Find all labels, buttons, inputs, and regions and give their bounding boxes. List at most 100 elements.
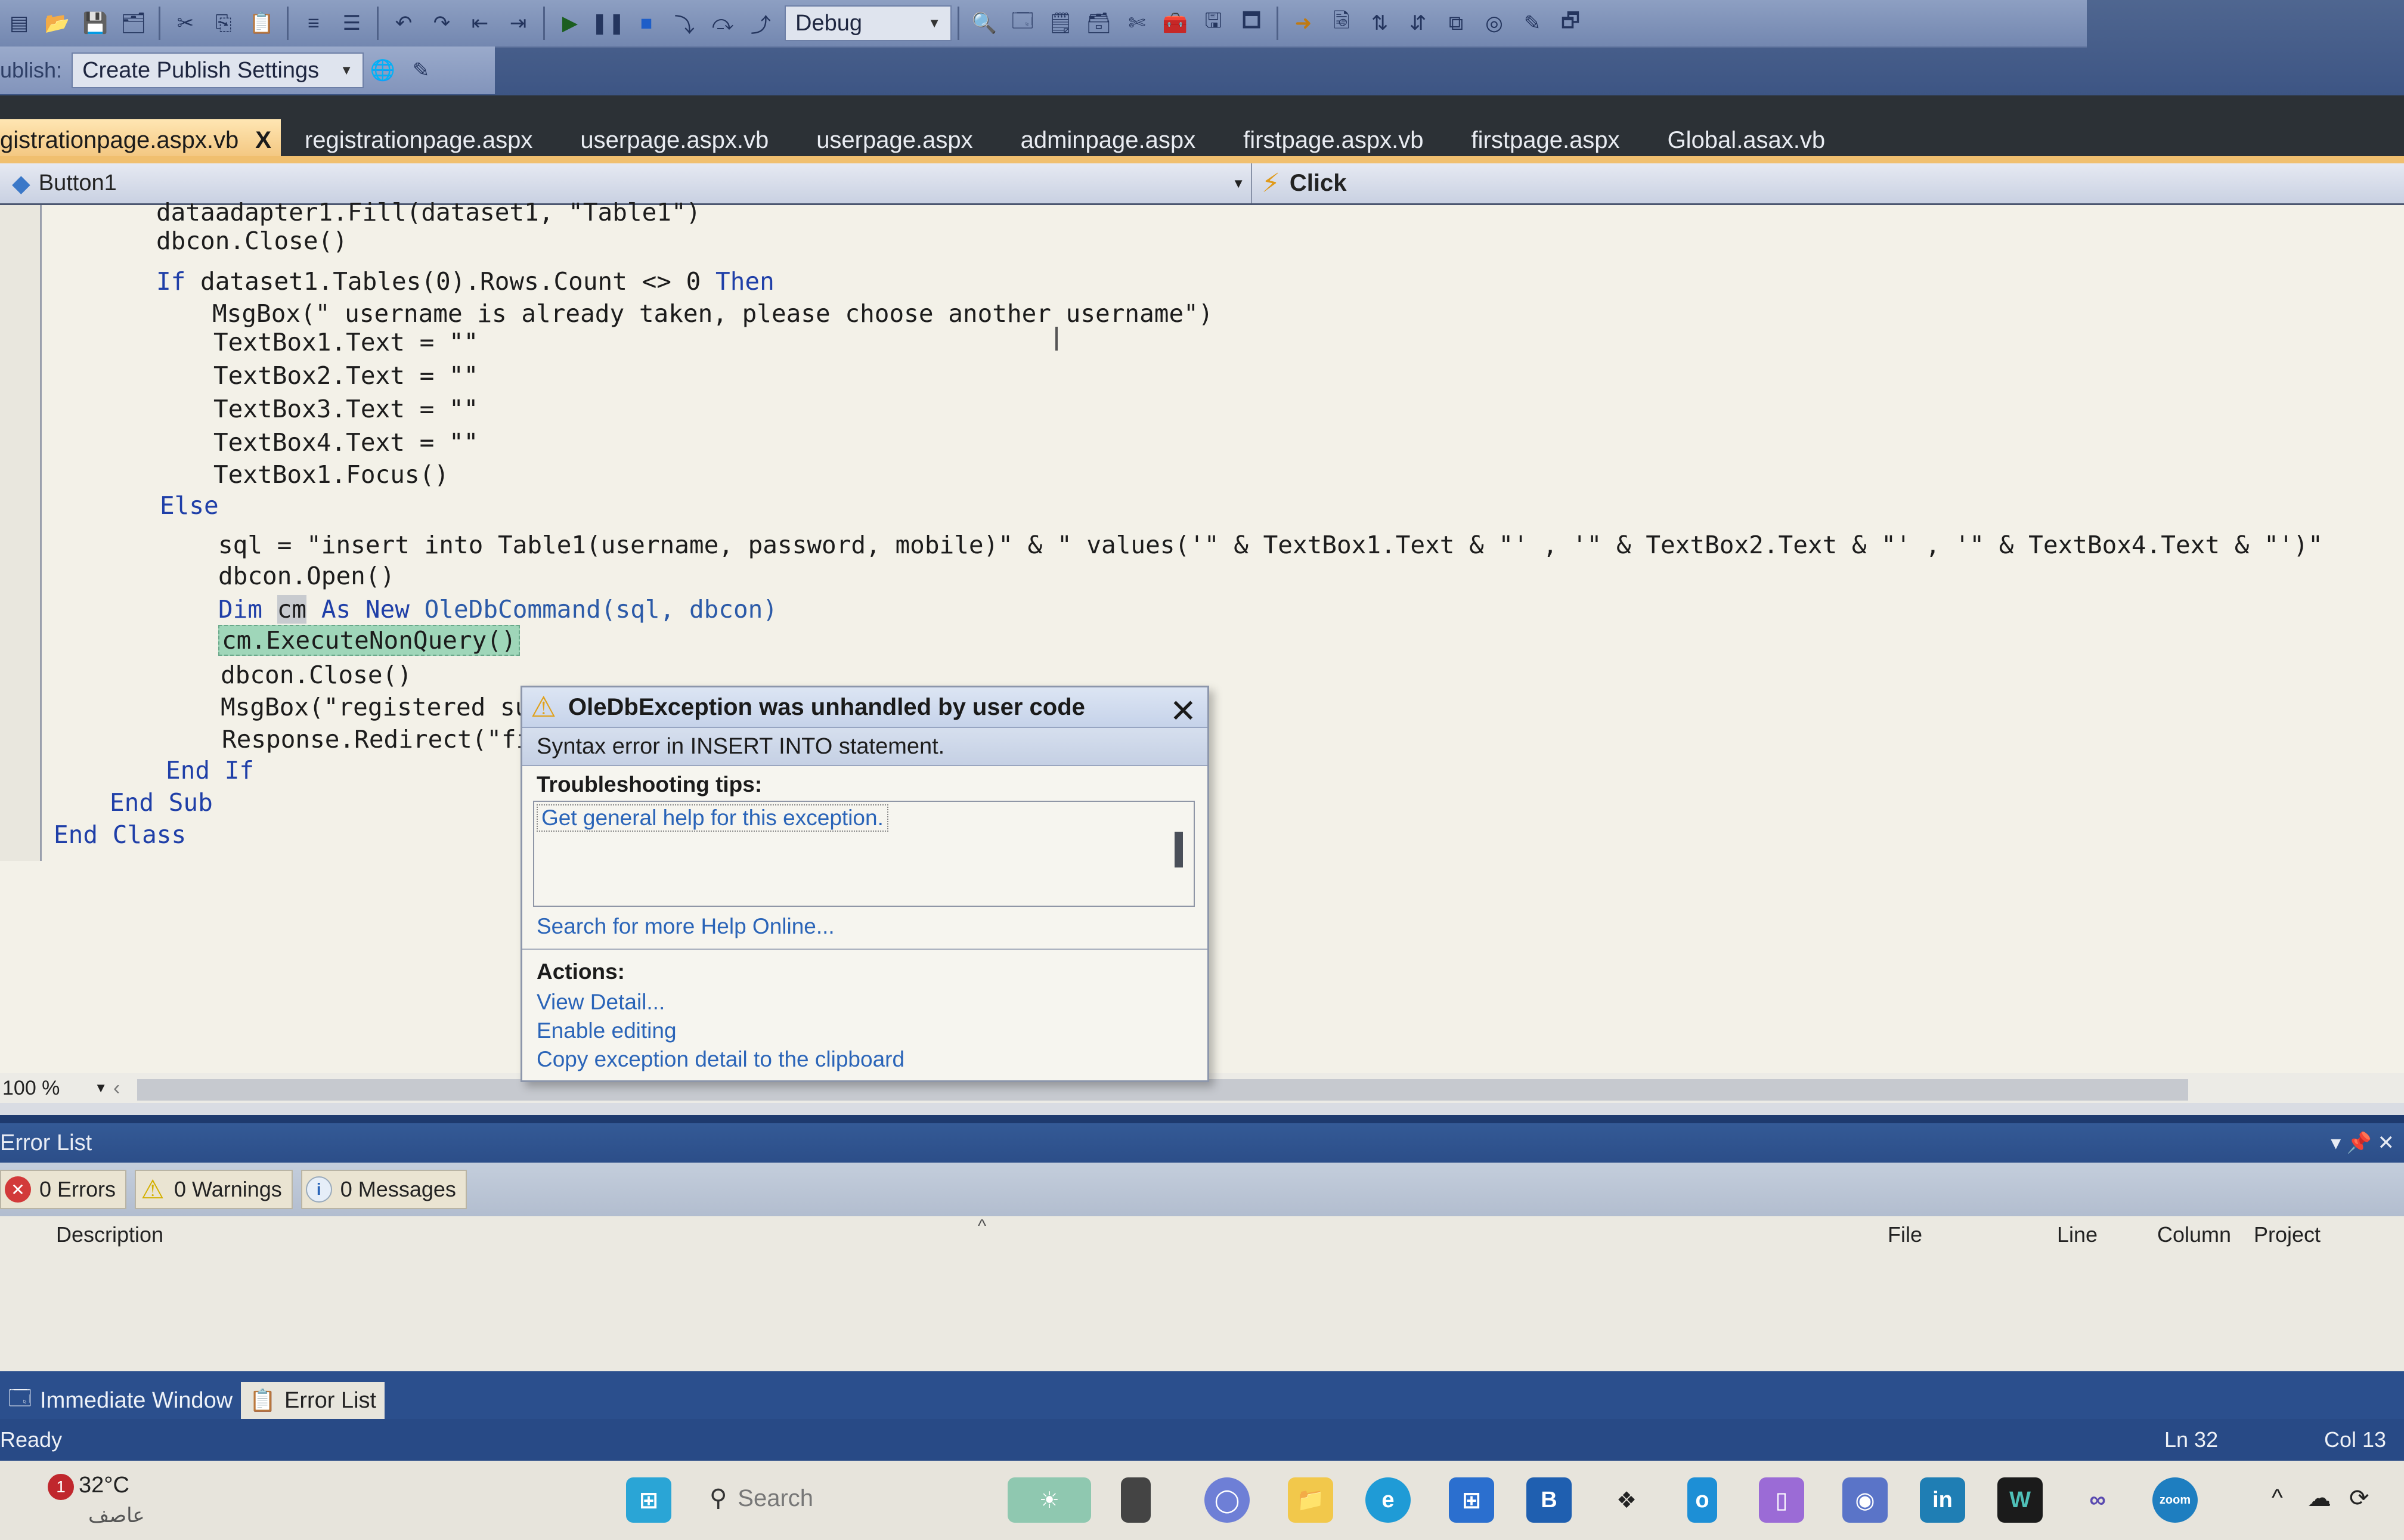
weather-widget[interactable]: 1 32°C عاصف bbox=[48, 1473, 145, 1527]
redo-icon[interactable]: ↷ bbox=[430, 10, 454, 36]
scroll-left-icon[interactable]: ‹ bbox=[113, 1077, 120, 1100]
warnings-filter-button[interactable]: ⚠ 0 Warnings bbox=[135, 1170, 293, 1209]
arrow-right-icon[interactable]: ➜ bbox=[1291, 10, 1315, 36]
type-name: OleDbCommand(sql, dbcon) bbox=[424, 595, 778, 624]
file-explorer-icon[interactable]: 📁 bbox=[1288, 1477, 1333, 1523]
show-hidden-icons-chevron-icon[interactable]: ^ bbox=[2272, 1485, 2283, 1511]
tab-userpage-aspx-vb[interactable]: userpage.aspx.vb bbox=[556, 119, 792, 161]
horizontal-scrollbar[interactable] bbox=[137, 1079, 2188, 1101]
start-page-icon[interactable]: 🗖 bbox=[1240, 10, 1263, 36]
linkedin-icon[interactable]: in bbox=[1920, 1477, 1965, 1523]
tab-error-list[interactable]: 📋 Error List bbox=[241, 1382, 385, 1419]
paste-icon[interactable]: 📋 bbox=[249, 10, 274, 36]
pause-icon[interactable]: ❚❚ bbox=[591, 10, 625, 36]
open-icon[interactable]: ▤ bbox=[7, 10, 31, 36]
server-explorer-icon[interactable]: 🖫 bbox=[1201, 10, 1225, 36]
code-line: TextBox1.Focus() bbox=[213, 460, 449, 489]
format-icon[interactable]: 🗟 bbox=[1330, 10, 1353, 36]
twitch-icon[interactable]: ▯ bbox=[1759, 1477, 1804, 1523]
uncomment-icon[interactable]: ☰ bbox=[340, 10, 364, 36]
folder-icon[interactable]: 📂 bbox=[45, 10, 70, 36]
sort-za-icon[interactable]: ⇵ bbox=[1406, 10, 1430, 36]
pin-icon[interactable]: 📌 bbox=[2347, 1132, 2372, 1154]
publish-edit-icon[interactable]: ✎ bbox=[409, 57, 433, 83]
close-icon[interactable]: ✕ bbox=[2378, 1132, 2395, 1154]
start-debug-icon[interactable]: ▶ bbox=[558, 10, 582, 36]
sort-az-icon[interactable]: ⇅ bbox=[1368, 10, 1392, 36]
tab-registrationpage-aspx-vb[interactable]: gistrationpage.aspx.vb X bbox=[0, 119, 281, 161]
meta-icon[interactable]: ∞ bbox=[2075, 1477, 2120, 1523]
taskbar-search[interactable]: ⚲ Search bbox=[710, 1485, 813, 1512]
column-header-description[interactable]: Description bbox=[56, 1222, 163, 1247]
column-header-file[interactable]: File bbox=[1888, 1222, 1922, 1247]
object-browser-icon[interactable]: 🗃 bbox=[1086, 10, 1111, 36]
file-manager-icon[interactable] bbox=[1121, 1477, 1151, 1523]
zoom-icon[interactable]: zoom bbox=[2152, 1477, 2198, 1523]
start-button[interactable]: ⊞ bbox=[626, 1477, 671, 1523]
immediate-window-icon: 🗔 bbox=[8, 1385, 32, 1410]
stop-icon[interactable]: ■ bbox=[634, 10, 658, 36]
copy-exception-detail-link[interactable]: Copy exception detail to the clipboard bbox=[537, 1045, 1193, 1074]
current-statement-line[interactable]: cm.ExecuteNonQuery() bbox=[218, 625, 520, 656]
errors-filter-button[interactable]: ✕ 0 Errors bbox=[0, 1170, 127, 1209]
store-icon[interactable]: ⊞ bbox=[1449, 1477, 1494, 1523]
save-icon[interactable]: 💾 bbox=[83, 10, 108, 36]
view-detail-link[interactable]: View Detail... bbox=[537, 988, 1193, 1017]
publish-profile-select[interactable]: Create Publish Settings ▼ bbox=[72, 52, 364, 88]
general-help-link[interactable]: Get general help for this exception. bbox=[537, 804, 888, 832]
step-over-icon[interactable]: ⤼ bbox=[711, 10, 735, 36]
webex-icon[interactable]: W bbox=[1997, 1477, 2043, 1523]
divider bbox=[522, 949, 1207, 950]
refactor-icon[interactable]: ⧉ bbox=[1444, 10, 1468, 36]
chat-icon[interactable]: ◯ bbox=[1204, 1477, 1250, 1523]
publish-web-icon[interactable]: 🌐 bbox=[370, 57, 395, 83]
tab-global-asax-vb[interactable]: Global.asax.vb bbox=[1644, 119, 1850, 161]
close-icon[interactable]: X bbox=[255, 127, 271, 154]
discord-icon[interactable]: ◉ bbox=[1842, 1477, 1888, 1523]
pin-icon[interactable]: ✎ bbox=[1520, 10, 1544, 36]
copy-icon[interactable]: ⎘ bbox=[212, 10, 236, 36]
toolbox-icon[interactable]: 🧰 bbox=[1163, 10, 1188, 36]
save-all-icon[interactable]: 🗂 bbox=[120, 10, 146, 36]
solution-config-select[interactable]: Debug ▼ bbox=[785, 5, 952, 41]
column-header-column[interactable]: Column bbox=[2157, 1222, 2231, 1247]
tool-window-tabs: 🗔 Immediate Window 📋 Error List bbox=[0, 1371, 2404, 1419]
undo-icon[interactable]: ↶ bbox=[392, 10, 416, 36]
tips-scrollbar[interactable] bbox=[1175, 832, 1183, 867]
search-online-icon[interactable]: ◎ bbox=[1482, 10, 1506, 36]
step-into-icon[interactable]: ⤵ bbox=[673, 10, 696, 37]
step-out-icon[interactable]: ⤴ bbox=[749, 10, 773, 37]
navigate-forward-icon[interactable]: ⇥ bbox=[506, 10, 530, 36]
column-header-line[interactable]: Line bbox=[2057, 1222, 2098, 1247]
edge-icon[interactable]: e bbox=[1365, 1477, 1411, 1523]
comment-icon[interactable]: ≡ bbox=[302, 10, 326, 36]
window-icon[interactable]: 🗗 bbox=[1559, 10, 1582, 36]
dropbox-icon[interactable]: ❖ bbox=[1604, 1477, 1649, 1523]
messages-filter-button[interactable]: i 0 Messages bbox=[300, 1170, 467, 1209]
column-header-project[interactable]: Project bbox=[2254, 1222, 2321, 1247]
notification-badge: 1 bbox=[48, 1474, 74, 1500]
zoom-select[interactable]: 100 % ▼ bbox=[0, 1077, 107, 1100]
tab-registrationpage-aspx[interactable]: registrationpage.aspx bbox=[281, 119, 556, 161]
tab-immediate-window[interactable]: 🗔 Immediate Window bbox=[0, 1382, 241, 1419]
navigate-back-icon[interactable]: ⇤ bbox=[468, 10, 492, 36]
properties-icon[interactable]: 🗒 bbox=[1048, 10, 1073, 36]
tools-icon[interactable]: ✄ bbox=[1125, 10, 1149, 36]
tab-userpage-aspx[interactable]: userpage.aspx bbox=[792, 119, 996, 161]
booking-icon[interactable]: B bbox=[1526, 1477, 1572, 1523]
dropdown-icon[interactable]: ▾ bbox=[2331, 1132, 2341, 1154]
solution-explorer-icon[interactable]: 🗔 bbox=[1011, 10, 1034, 36]
tab-firstpage-aspx-vb[interactable]: firstpage.aspx.vb bbox=[1219, 119, 1447, 161]
close-icon[interactable]: ✕ bbox=[1170, 692, 1197, 730]
sync-icon[interactable]: ⟳ bbox=[2349, 1485, 2369, 1512]
widgets-icon[interactable]: ☀ bbox=[1008, 1477, 1091, 1523]
search-help-online-link[interactable]: Search for more Help Online... bbox=[537, 914, 1193, 939]
onedrive-icon[interactable]: ☁ bbox=[2307, 1485, 2331, 1512]
tab-firstpage-aspx[interactable]: firstpage.aspx bbox=[1448, 119, 1644, 161]
enable-editing-link[interactable]: Enable editing bbox=[537, 1017, 1193, 1045]
tab-adminpage-aspx[interactable]: adminpage.aspx bbox=[997, 119, 1220, 161]
cut-icon[interactable]: ✂ bbox=[174, 10, 197, 36]
find-icon[interactable]: 🔍 bbox=[972, 10, 997, 36]
outlook-icon[interactable]: o bbox=[1687, 1477, 1717, 1523]
method-name-select[interactable]: ⚡ Click bbox=[1252, 163, 2404, 203]
